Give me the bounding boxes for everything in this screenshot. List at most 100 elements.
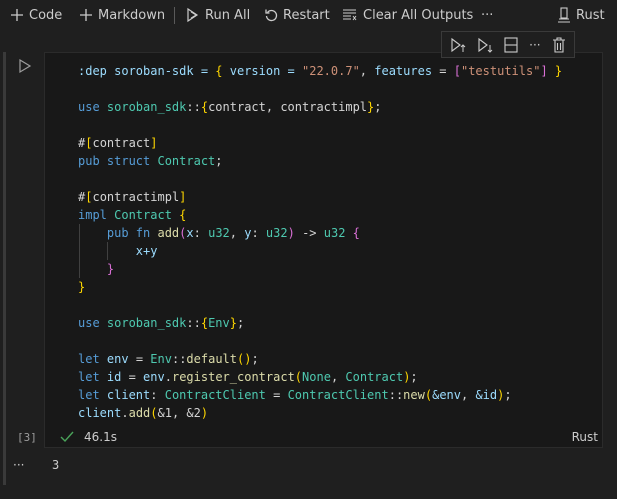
- code-token: }: [547, 64, 563, 78]
- execution-duration: 46.1s: [84, 430, 117, 444]
- more-actions-button[interactable]: ···: [481, 6, 493, 24]
- code-token: version =: [222, 64, 302, 78]
- code-token: &env: [432, 388, 461, 402]
- code-token: env: [106, 352, 129, 366]
- code-token: Env: [208, 316, 230, 330]
- kernel-label: Rust: [576, 7, 605, 23]
- code-token: let: [78, 370, 107, 384]
- output-indicator: [3, 455, 6, 485]
- run-above-button[interactable]: [450, 37, 466, 53]
- code-token: ]: [540, 64, 548, 78]
- code-line: let id = env.register_contract(None, Con…: [78, 368, 562, 386]
- code-token: impl: [78, 208, 115, 222]
- code-token: new: [403, 388, 425, 402]
- code-token: None: [302, 370, 331, 384]
- split-cell-button[interactable]: [504, 36, 518, 53]
- code-token: (): [237, 352, 252, 366]
- code-token: ContractClient: [287, 388, 389, 402]
- cell-more-button[interactable]: ···: [529, 38, 540, 52]
- add-markdown-button[interactable]: Markdown: [79, 6, 165, 24]
- code-token: ContractClient: [164, 388, 266, 402]
- code-token: ::: [171, 352, 187, 366]
- code-token: ::: [388, 388, 404, 402]
- code-line: }: [78, 260, 562, 278]
- code-line: impl Contract {: [78, 206, 562, 224]
- code-token: x+y: [78, 244, 158, 258]
- delete-cell-button[interactable]: [552, 36, 566, 53]
- trash-icon: [552, 36, 565, 53]
- code-token: ;: [410, 370, 418, 384]
- code-token: Contract: [345, 370, 404, 384]
- code-token: (: [150, 406, 158, 420]
- code-token: soroban_sdk: [106, 100, 187, 114]
- play-icon: [19, 58, 32, 74]
- code-token: ;: [374, 100, 382, 114]
- code-token: {: [200, 316, 209, 330]
- plus-icon: [80, 9, 92, 21]
- run-all-button[interactable]: Run All: [186, 6, 250, 24]
- code-token: ;: [504, 388, 512, 402]
- code-token: (: [294, 370, 303, 384]
- cell-focus-indicator: [3, 52, 6, 457]
- code-line: let client: ContractClient = ContractCli…: [78, 386, 562, 404]
- code-token: ;: [251, 352, 259, 366]
- run-all-icon: [187, 7, 199, 23]
- code-token: contractimpl: [92, 190, 180, 204]
- code-token: "testutils": [460, 64, 541, 78]
- code-token: u32: [323, 226, 353, 240]
- kernel-picker[interactable]: Rust: [557, 6, 605, 24]
- code-token: ,: [229, 226, 245, 240]
- code-token: =: [128, 352, 151, 366]
- add-markdown-label: Markdown: [98, 7, 166, 23]
- run-below-icon: [478, 37, 493, 53]
- code-token: contract, contractimpl: [208, 100, 368, 114]
- code-token: pub struct: [78, 154, 158, 168]
- code-token: :: [193, 226, 209, 240]
- code-line: x+y: [78, 242, 562, 260]
- split-cell-icon: [504, 36, 518, 53]
- code-token: u32: [208, 226, 230, 240]
- execution-status: 46.1s: [60, 430, 117, 444]
- code-token: Contract: [114, 208, 180, 222]
- toolbar-divider: [174, 7, 175, 24]
- code-token: client: [106, 388, 151, 402]
- code-token: ::: [186, 316, 201, 330]
- cell-output: 3: [52, 458, 60, 472]
- code-token: ,: [359, 64, 375, 78]
- restart-button[interactable]: Restart: [264, 6, 330, 24]
- code-token: contract: [92, 136, 151, 150]
- run-below-button[interactable]: [477, 37, 493, 53]
- code-token: {: [215, 64, 223, 78]
- code-token: Env: [150, 352, 172, 366]
- more-icon: ···: [481, 7, 494, 23]
- execution-count: [3]: [17, 431, 37, 444]
- output-menu-button[interactable]: ···: [13, 458, 24, 472]
- check-icon: [60, 431, 74, 443]
- code-content[interactable]: :dep soroban-sdk = { version = "22.0.7",…: [78, 62, 562, 422]
- code-token: ->: [294, 226, 324, 240]
- code-line: #[contract]: [78, 134, 562, 152]
- cell-language[interactable]: Rust: [572, 430, 598, 444]
- code-token: }: [78, 280, 86, 294]
- code-token: [: [453, 64, 461, 78]
- clear-all-outputs-button[interactable]: Clear All Outputs: [342, 6, 473, 24]
- code-token: &1, &2: [157, 406, 201, 420]
- code-token: let: [78, 352, 107, 366]
- add-code-button[interactable]: Code: [10, 6, 62, 24]
- code-line: pub fn add(x: u32, y: u32) -> u32 {: [78, 224, 562, 242]
- code-token: use: [78, 316, 107, 330]
- code-token: {: [179, 208, 187, 222]
- run-cell-button[interactable]: [18, 58, 32, 78]
- code-token: add: [128, 406, 151, 420]
- code-line: client.add(&1, &2): [78, 404, 562, 422]
- restart-label: Restart: [283, 7, 330, 23]
- code-token: x: [186, 226, 194, 240]
- code-token: client: [78, 406, 122, 420]
- plus-icon: [11, 9, 23, 21]
- code-token: ::: [186, 100, 201, 114]
- code-line: use soroban_sdk::{Env};: [78, 314, 562, 332]
- code-token: ,: [330, 370, 346, 384]
